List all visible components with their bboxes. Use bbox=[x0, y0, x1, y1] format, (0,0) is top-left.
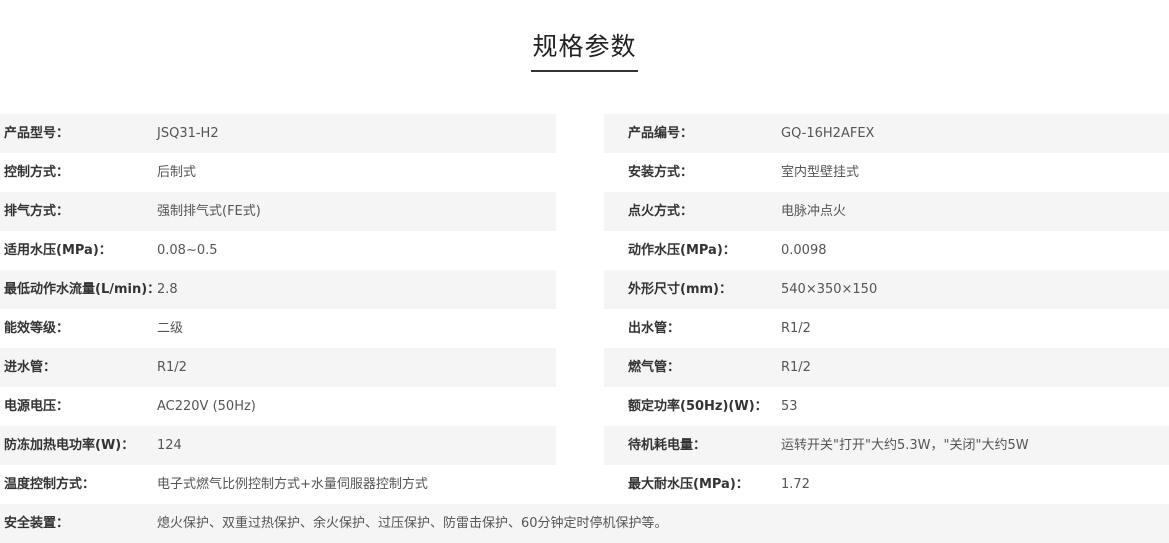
spec-cell-right: 动作水压(MPa)： 0.0098 bbox=[604, 231, 1169, 270]
spec-row: 排气方式： 强制排气式(FE式) 点火方式： 电脉冲点火 bbox=[0, 192, 1169, 231]
spec-row: 最低动作水流量(L/min)： 2.8 外形尺寸(mm)： 540×350×15… bbox=[0, 270, 1169, 309]
spec-label: 控制方式： bbox=[4, 165, 70, 180]
spec-value: 强制排气式(FE式) bbox=[157, 204, 261, 219]
spec-value: 124 bbox=[157, 438, 182, 453]
spec-row: 电源电压： AC220V (50Hz) 额定功率(50Hz)(W)： 53 bbox=[0, 387, 1169, 426]
spec-row: 进水管： R1/2 燃气管： R1/2 bbox=[0, 348, 1169, 387]
spec-row-full: 安全装置： 熄火保护、双重过热保护、余火保护、过压保护、防雷击保护、60分钟定时… bbox=[0, 504, 1169, 543]
spec-label: 能效等级： bbox=[4, 321, 70, 336]
spec-value: 电脉冲点火 bbox=[781, 204, 847, 219]
spec-value: R1/2 bbox=[157, 360, 187, 375]
spec-label: 最低动作水流量(L/min)： bbox=[4, 282, 161, 297]
spec-label: 电源电压： bbox=[4, 399, 70, 414]
spec-label: 动作水压(MPa)： bbox=[628, 243, 736, 258]
spec-label: 外形尺寸(mm)： bbox=[628, 282, 732, 297]
spec-value: 2.8 bbox=[157, 282, 178, 297]
spec-value: 运转开关"打开"大约5.3W，"关闭"大约5W bbox=[781, 438, 1029, 453]
spec-value: 0.0098 bbox=[781, 243, 827, 258]
spec-label: 额定功率(50Hz)(W)： bbox=[628, 399, 768, 414]
spec-value: 后制式 bbox=[157, 165, 197, 180]
spec-label: 温度控制方式： bbox=[4, 477, 96, 492]
spec-label: 点火方式： bbox=[628, 204, 694, 219]
spec-value: 53 bbox=[781, 399, 798, 414]
spec-value: AC220V (50Hz) bbox=[157, 399, 256, 414]
spec-row: 控制方式： 后制式 安装方式： 室内型壁挂式 bbox=[0, 153, 1169, 192]
spec-cell-right: 产品编号： GQ-16H2AFEX bbox=[604, 114, 1169, 153]
spec-label: 进水管： bbox=[4, 360, 57, 375]
spec-label: 适用水压(MPa)： bbox=[4, 243, 112, 258]
spec-row: 能效等级： 二级 出水管： R1/2 bbox=[0, 309, 1169, 348]
spec-cell-left: 电源电压： AC220V (50Hz) bbox=[0, 387, 556, 426]
spec-value: 0.08~0.5 bbox=[157, 243, 218, 258]
spec-label: 产品编号： bbox=[628, 126, 694, 141]
spec-value: GQ-16H2AFEX bbox=[781, 126, 875, 141]
spec-cell-right: 待机耗电量： 运转开关"打开"大约5.3W，"关闭"大约5W bbox=[604, 426, 1169, 465]
spec-value: 1.72 bbox=[781, 477, 810, 492]
spec-cell-right: 最大耐水压(MPa)： 1.72 bbox=[604, 465, 1169, 504]
spec-cell-left: 防冻加热电功率(W)： 124 bbox=[0, 426, 556, 465]
spec-cell-left: 控制方式： 后制式 bbox=[0, 153, 556, 192]
spec-value: 电子式燃气比例控制方式+水量伺服器控制方式 bbox=[157, 477, 428, 492]
spec-cell-right: 点火方式： 电脉冲点火 bbox=[604, 192, 1169, 231]
spec-label: 待机耗电量： bbox=[628, 438, 707, 453]
spec-value: 540×350×150 bbox=[781, 282, 878, 297]
spec-value: R1/2 bbox=[781, 321, 811, 336]
spec-label: 安装方式： bbox=[628, 165, 694, 180]
spec-cell-right: 燃气管： R1/2 bbox=[604, 348, 1169, 387]
spec-value: 二级 bbox=[157, 321, 184, 336]
spec-label: 安全装置： bbox=[4, 516, 70, 531]
spec-row: 温度控制方式： 电子式燃气比例控制方式+水量伺服器控制方式 最大耐水压(MPa)… bbox=[0, 465, 1169, 504]
spec-label: 防冻加热电功率(W)： bbox=[4, 438, 135, 453]
spec-label: 产品型号： bbox=[4, 126, 70, 141]
spec-cell-left: 产品型号： JSQ31-H2 bbox=[0, 114, 556, 153]
spec-label: 出水管： bbox=[628, 321, 681, 336]
spec-value: JSQ31-H2 bbox=[157, 126, 219, 141]
spec-value: 室内型壁挂式 bbox=[781, 165, 860, 180]
spec-value: 熄火保护、双重过热保护、余火保护、过压保护、防雷击保护、60分钟定时停机保护等。 bbox=[157, 516, 668, 531]
spec-value: R1/2 bbox=[781, 360, 811, 375]
spec-cell-right: 额定功率(50Hz)(W)： 53 bbox=[604, 387, 1169, 426]
spec-label: 燃气管： bbox=[628, 360, 681, 375]
spec-cell-right: 安装方式： 室内型壁挂式 bbox=[604, 153, 1169, 192]
spec-cell-left: 温度控制方式： 电子式燃气比例控制方式+水量伺服器控制方式 bbox=[0, 465, 556, 504]
spec-cell-left: 最低动作水流量(L/min)： 2.8 bbox=[0, 270, 556, 309]
spec-cell-left: 排气方式： 强制排气式(FE式) bbox=[0, 192, 556, 231]
spec-label: 最大耐水压(MPa)： bbox=[628, 477, 749, 492]
spec-row: 产品型号： JSQ31-H2 产品编号： GQ-16H2AFEX bbox=[0, 114, 1169, 153]
spec-cell-full: 安全装置： 熄火保护、双重过热保护、余火保护、过压保护、防雷击保护、60分钟定时… bbox=[0, 504, 1169, 543]
page-title: 规格参数 bbox=[531, 28, 638, 72]
spec-label: 排气方式： bbox=[4, 204, 70, 219]
spec-cell-right: 出水管： R1/2 bbox=[604, 309, 1169, 348]
spec-table: 产品型号： JSQ31-H2 产品编号： GQ-16H2AFEX 控制方式： 后… bbox=[0, 114, 1169, 543]
spec-row: 防冻加热电功率(W)： 124 待机耗电量： 运转开关"打开"大约5.3W，"关… bbox=[0, 426, 1169, 465]
spec-cell-left: 能效等级： 二级 bbox=[0, 309, 556, 348]
spec-cell-left: 进水管： R1/2 bbox=[0, 348, 556, 387]
title-wrapper: 规格参数 bbox=[0, 28, 1169, 72]
spec-cell-left: 适用水压(MPa)： 0.08~0.5 bbox=[0, 231, 556, 270]
spec-row: 适用水压(MPa)： 0.08~0.5 动作水压(MPa)： 0.0098 bbox=[0, 231, 1169, 270]
spec-cell-right: 外形尺寸(mm)： 540×350×150 bbox=[604, 270, 1169, 309]
